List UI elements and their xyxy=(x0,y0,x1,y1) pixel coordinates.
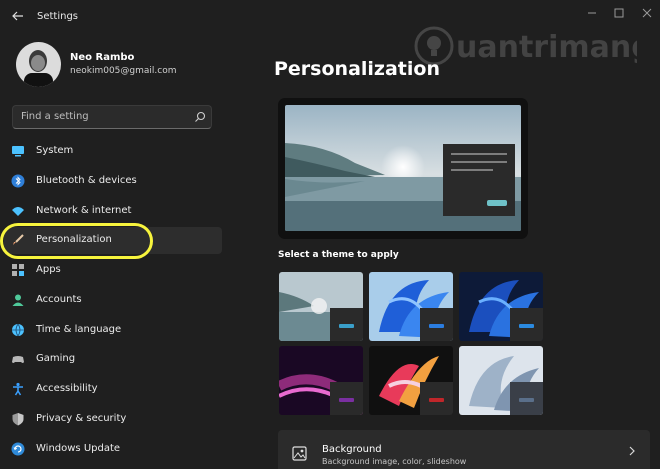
sidebar-item-windows-update[interactable]: Windows Update xyxy=(4,436,222,463)
theme-tile-flow[interactable] xyxy=(459,346,543,415)
sidebar-item-label: Gaming xyxy=(36,353,76,364)
back-arrow-icon[interactable] xyxy=(11,9,25,23)
search-placeholder: Find a setting xyxy=(21,111,89,122)
minimize-icon[interactable] xyxy=(584,6,600,20)
sidebar-item-label: Bluetooth & devices xyxy=(36,175,137,186)
sidebar-item-bluetooth[interactable]: Bluetooth & devices xyxy=(4,168,222,195)
background-subtitle: Background image, color, slideshow xyxy=(322,457,467,466)
user-name: Neo Rambo xyxy=(70,52,135,63)
theme-preview xyxy=(278,98,528,239)
avatar[interactable] xyxy=(16,42,61,87)
close-icon[interactable] xyxy=(639,6,655,20)
sidebar-item-time-language[interactable]: Time & language xyxy=(4,317,222,344)
highlight-annotation xyxy=(0,223,153,259)
maximize-icon[interactable] xyxy=(611,6,627,20)
sidebar-item-network[interactable]: Network & internet xyxy=(4,198,222,225)
sidebar-item-label: Network & internet xyxy=(36,205,132,216)
sidebar-item-label: Time & language xyxy=(36,324,122,335)
sidebar-item-system[interactable]: System xyxy=(4,138,222,165)
monitor-icon xyxy=(12,146,24,157)
background-title: Background xyxy=(322,444,382,455)
chevron-right-icon[interactable] xyxy=(627,445,637,457)
sidebar-item-label: Windows Update xyxy=(36,443,121,454)
sidebar-item-accessibility[interactable]: Accessibility xyxy=(4,376,222,403)
globe-icon xyxy=(12,323,24,337)
person-icon xyxy=(12,294,24,306)
preview-window-mock xyxy=(443,144,515,216)
accessibility-icon xyxy=(13,382,23,396)
sidebar-item-label: Accounts xyxy=(36,294,82,305)
sidebar-item-label: Accessibility xyxy=(36,383,98,394)
sidebar-item-label: Privacy & security xyxy=(36,413,127,424)
controller-icon xyxy=(12,356,24,363)
theme-tile-landscape[interactable] xyxy=(279,272,363,341)
sidebar-item-label: Apps xyxy=(36,264,61,275)
svg-text:uantrimang: uantrimang xyxy=(456,30,637,65)
search-icon xyxy=(195,111,206,122)
wifi-icon xyxy=(12,207,24,216)
theme-tile-bloom-dark[interactable] xyxy=(459,272,543,341)
page-title: Personalization xyxy=(274,58,440,80)
sidebar-item-apps[interactable]: Apps xyxy=(4,257,222,284)
theme-tile-captured-motion[interactable] xyxy=(369,346,453,415)
sidebar-item-privacy[interactable]: Privacy & security xyxy=(4,406,222,433)
image-icon xyxy=(292,446,307,461)
theme-tile-bloom-light[interactable] xyxy=(369,272,453,341)
theme-tile-glow[interactable] xyxy=(279,346,363,415)
shield-icon xyxy=(12,413,24,426)
sidebar-item-accounts[interactable]: Accounts xyxy=(4,287,222,314)
watermark-logo: uantrimang xyxy=(414,26,637,66)
bluetooth-icon xyxy=(11,174,25,188)
update-icon xyxy=(11,442,25,456)
background-setting-row[interactable]: Background Background image, color, slid… xyxy=(278,430,650,469)
app-title: Settings xyxy=(37,11,79,22)
user-email: neokim005@gmail.com xyxy=(70,66,177,76)
sidebar-item-gaming[interactable]: Gaming xyxy=(4,346,222,373)
apps-icon xyxy=(12,264,24,276)
themes-label: Select a theme to apply xyxy=(278,250,399,260)
sidebar-item-label: System xyxy=(36,145,74,156)
search-input[interactable]: Find a setting xyxy=(12,105,212,129)
